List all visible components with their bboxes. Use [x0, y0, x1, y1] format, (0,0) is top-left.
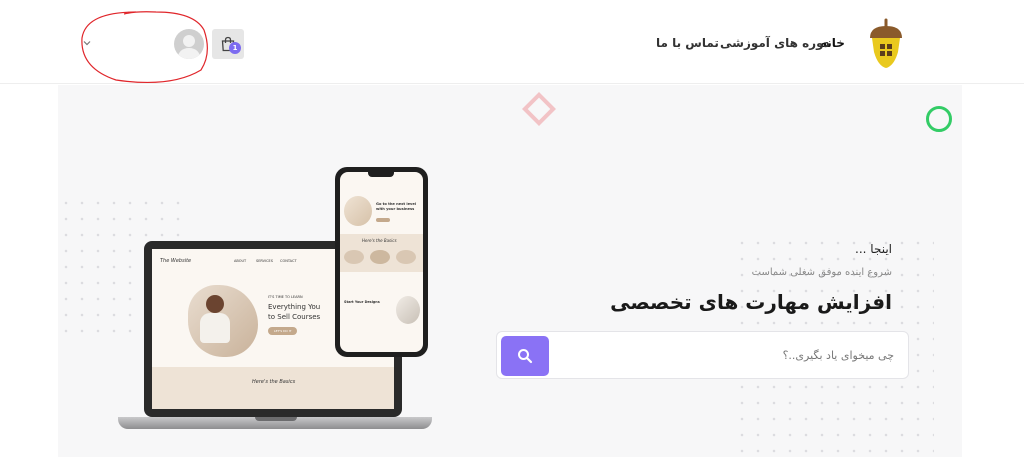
- phone-card-photo: [396, 296, 420, 324]
- laptop-logo: The Website: [160, 258, 192, 264]
- laptop-cta: LET'S DO IT: [268, 327, 298, 335]
- laptop-footer-script: Here's the Basics: [252, 379, 296, 385]
- laptop-tagline: IT'S TIME TO LEARN: [268, 295, 303, 299]
- laptop-headline-2: to Sell Courses: [268, 313, 321, 321]
- site-header: خانه دوره های آموزشی تماس با ما 1: [0, 0, 1024, 84]
- search-bar: [496, 331, 909, 379]
- search-input[interactable]: [564, 344, 894, 366]
- search-icon: [518, 349, 533, 364]
- phone-thumb-3: [396, 250, 416, 264]
- cart-button[interactable]: 1: [212, 29, 244, 59]
- cart-count-badge: 1: [229, 42, 241, 54]
- decorative-diamond: [522, 92, 556, 126]
- nav-courses[interactable]: دوره های آموزشی: [720, 36, 830, 50]
- search-button[interactable]: [501, 336, 549, 376]
- laptop-footer-band: [152, 367, 394, 409]
- nav-contact[interactable]: تماس با ما: [656, 36, 719, 50]
- phone-display: Go to the next level with your business …: [340, 172, 423, 352]
- phone-card-text: Start Your Designs: [344, 300, 380, 304]
- laptop-nav-about: ABOUT: [234, 259, 247, 263]
- hero-section: اینجا ... شروع اینده موفق شغلی شماست افز…: [58, 85, 962, 457]
- phone-thumb-1: [344, 250, 364, 264]
- phone-section-script: Here's the Basics: [362, 238, 397, 243]
- laptop-notch: [255, 417, 297, 421]
- laptop-nav-contact: CONTACT: [280, 259, 297, 263]
- laptop-nav-services: SERVICES: [256, 259, 273, 263]
- phone-photo: [344, 196, 372, 226]
- laptop-headline-1: Everything You: [268, 303, 321, 311]
- annotation-circle: [81, 11, 208, 84]
- phone-thumb-2: [370, 250, 390, 264]
- phone-headline: Go to the next level with your business: [376, 202, 417, 211]
- phone-button: [376, 218, 390, 222]
- site-logo[interactable]: [866, 18, 906, 70]
- hero-title: افزایش مهارت های تخصصی: [610, 290, 892, 314]
- hero-subtitle: شروع اینده موفق شغلی شماست: [751, 267, 892, 278]
- phone-mockup: Go to the next level with your business …: [335, 167, 428, 357]
- phone-notch: [368, 172, 394, 177]
- decorative-ring: [926, 106, 952, 132]
- hero-intro: اینجا ...: [855, 242, 892, 256]
- laptop-hero-photo: [188, 285, 258, 357]
